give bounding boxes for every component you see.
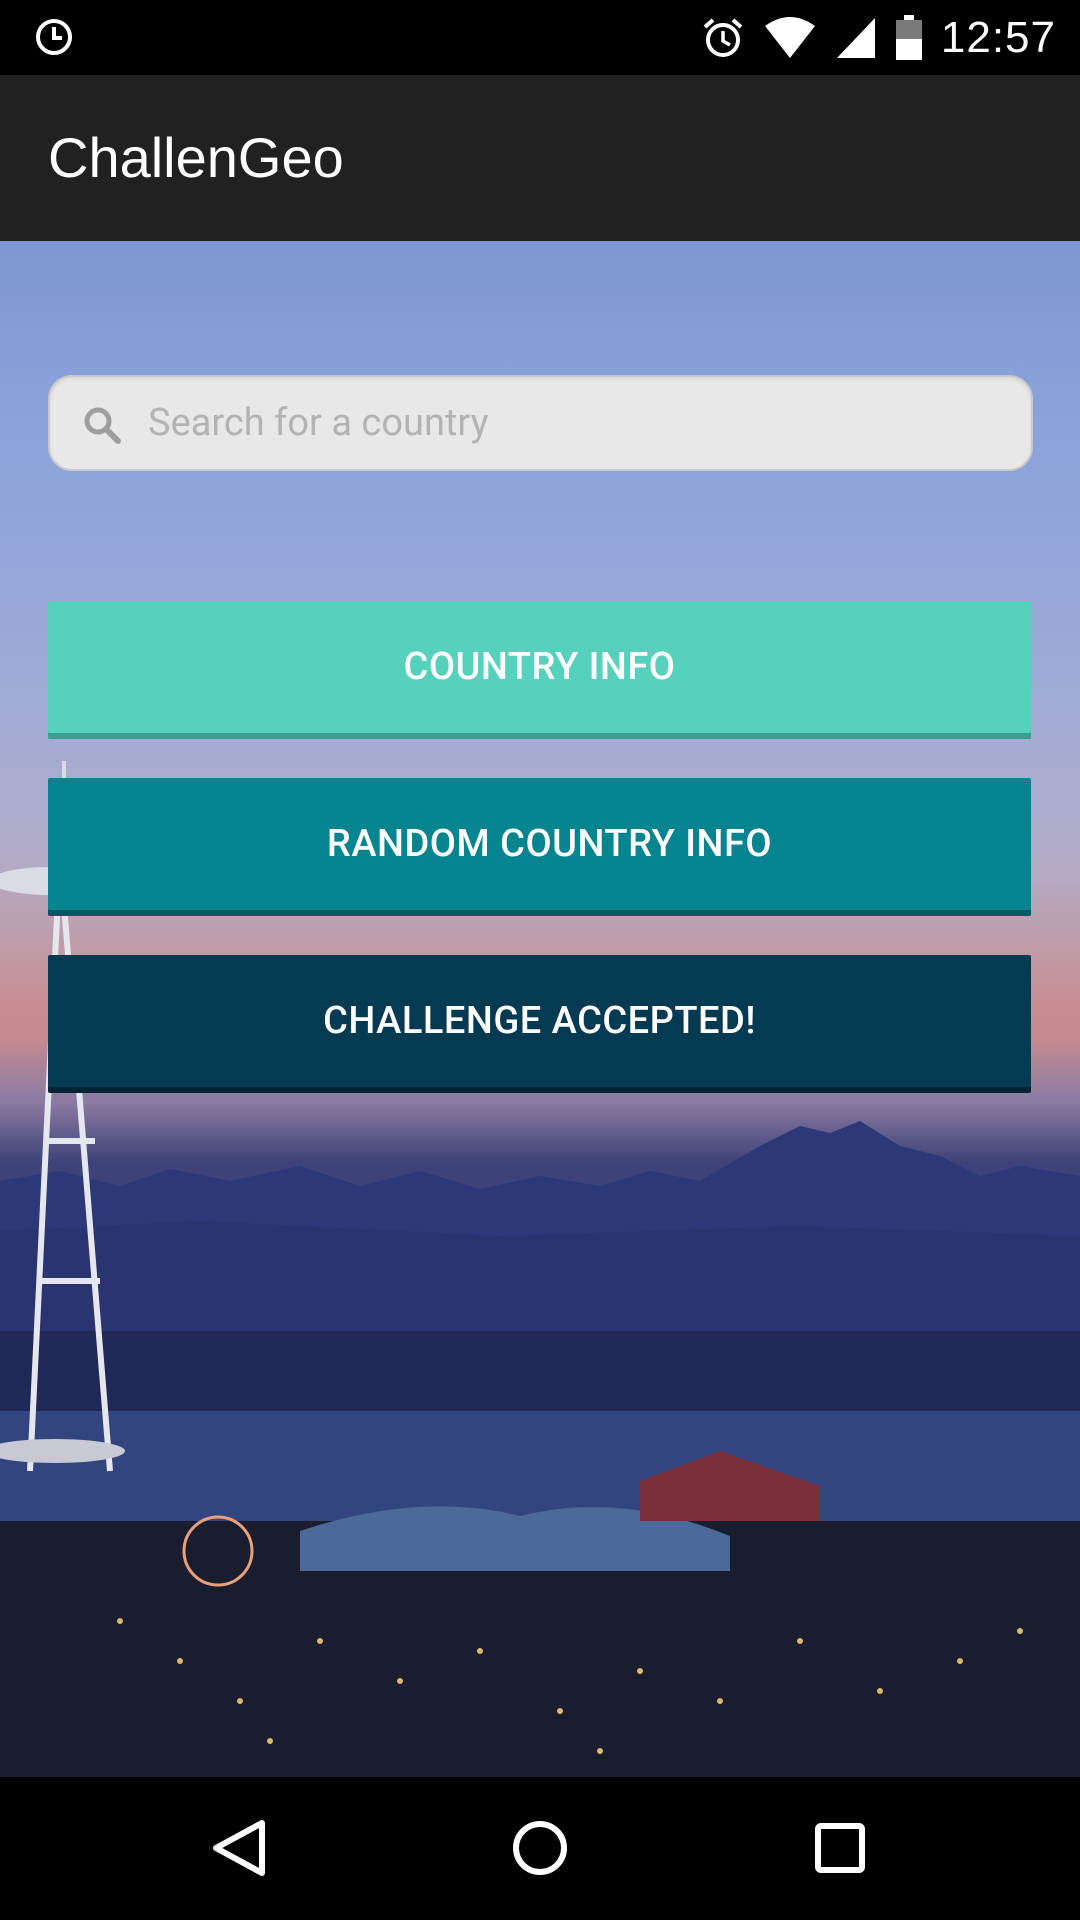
- main-content: COUNTRY INFO RANDOM COUNTRY INFO CHALLEN…: [0, 241, 1080, 1777]
- search-box[interactable]: [48, 375, 1033, 471]
- country-info-button[interactable]: COUNTRY INFO: [48, 601, 1031, 733]
- status-time: 12:57: [940, 13, 1056, 62]
- country-info-label: COUNTRY INFO: [403, 645, 676, 689]
- random-country-info-button[interactable]: RANDOM COUNTRY INFO: [48, 778, 1031, 910]
- recents-icon[interactable]: [805, 1813, 875, 1883]
- alarm-icon: [703, 18, 743, 57]
- random-country-info-label: RANDOM COUNTRY INFO: [326, 822, 773, 866]
- signal-icon: [836, 18, 875, 58]
- status-icons: 12:57: [701, 10, 1056, 66]
- app-title: ChallenGeo: [48, 126, 344, 189]
- wifi-icon: [764, 17, 815, 58]
- battery-icon: [895, 15, 922, 60]
- app-bar: ChallenGeo: [0, 75, 1080, 241]
- sync-clock-icon: [36, 19, 72, 55]
- challenge-accepted-label: CHALLENGE ACCEPTED!: [323, 999, 756, 1043]
- status-bar: 12:57: [0, 0, 1080, 75]
- home-icon[interactable]: [505, 1813, 575, 1883]
- navigation-bar: [0, 1777, 1080, 1920]
- search-input[interactable]: [146, 377, 1006, 469]
- search-icon: [84, 407, 121, 444]
- back-icon[interactable]: [206, 1813, 276, 1883]
- challenge-accepted-button[interactable]: CHALLENGE ACCEPTED!: [48, 955, 1031, 1087]
